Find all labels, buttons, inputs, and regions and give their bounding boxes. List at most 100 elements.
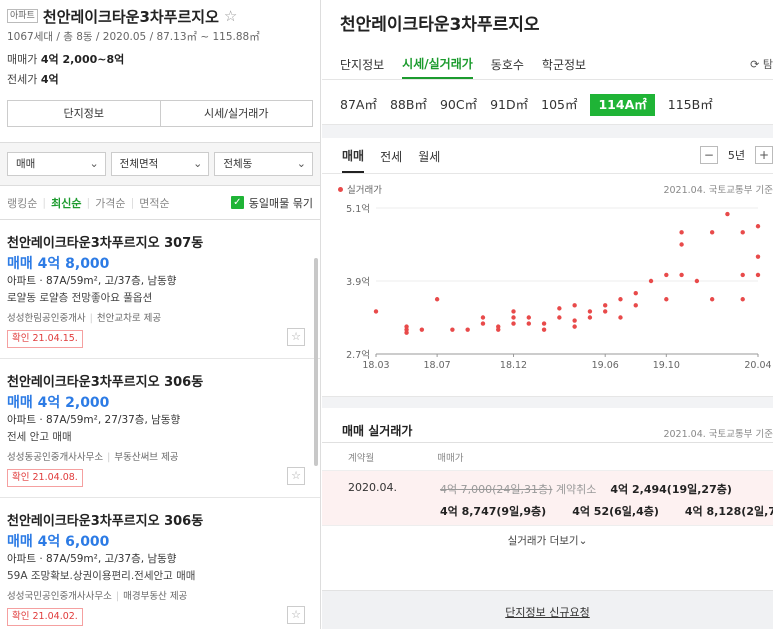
tab-units[interactable]: 동호수: [491, 56, 524, 79]
tab-price[interactable]: 시세/실거래가: [402, 55, 473, 79]
data-point: [511, 309, 516, 314]
separator: |: [107, 452, 111, 463]
tab-jeonse[interactable]: 전세: [380, 148, 402, 173]
area-option[interactable]: 115B㎡: [668, 94, 713, 116]
sort-separator: |: [42, 196, 47, 209]
chevron-down-icon: ⌄: [193, 157, 203, 170]
x-tick-label: 19.06: [592, 360, 619, 371]
list-item[interactable]: 천안레이크타운3차푸르지오 306동 매매 4억 2,000 아파트 · 87A…: [0, 359, 320, 498]
data-point: [740, 230, 745, 235]
request-complex-info-link[interactable]: 단지정보 신규요청: [505, 606, 589, 619]
sort-area[interactable]: 면적순: [139, 195, 169, 211]
area-option[interactable]: 91D㎡: [490, 94, 528, 116]
trade-type-value: 매매: [16, 158, 36, 170]
x-tick-label: 18.07: [424, 360, 451, 371]
legend-label: 실거래가: [347, 185, 382, 196]
complex-header: 아파트 천안레이크타운3차푸르지오 ☆ 1067세대 / 총 8동 / 2020…: [0, 0, 320, 86]
left-tab-price[interactable]: 시세/실거래가: [159, 101, 313, 126]
data-point: [664, 272, 669, 278]
same-listing-label: 동일매물 묶기: [248, 196, 313, 210]
same-listing-toggle[interactable]: ✓ 동일매물 묶기: [230, 195, 313, 211]
data-point: [587, 315, 593, 320]
price-chart: 5.1억 3.9억 2.7억 18.03 18.07 18.12 19.06 19.10 20.…: [322, 196, 773, 386]
deal-line-2: 4억 8,747(9일,9층) 4억 52(6일,4층) 4억 8,128(2일…: [440, 503, 773, 519]
tab-school[interactable]: 학군정보: [542, 56, 586, 79]
data-point: [618, 315, 623, 320]
listing-price: 매매 4억 2,000: [7, 395, 110, 411]
sort-separator: |: [130, 196, 135, 209]
area-option-selected[interactable]: 114A㎡: [590, 93, 655, 116]
plus-icon[interactable]: +: [755, 146, 773, 164]
data-point: [755, 254, 761, 259]
trade-type-select[interactable]: 매매 ⌄: [7, 152, 106, 176]
tab-monthly[interactable]: 월세: [418, 148, 440, 173]
provider-name: 매경부동산 제공: [123, 591, 188, 602]
refresh-button[interactable]: ⟳ 탐: [750, 56, 773, 72]
star-icon[interactable]: ☆: [287, 606, 305, 624]
checkbox-checked-icon[interactable]: ✓: [230, 196, 244, 209]
col-contract-month: 계약월: [348, 452, 375, 464]
data-point: [679, 272, 684, 278]
data-point: [709, 230, 715, 235]
area-option[interactable]: 90C㎡: [440, 94, 477, 116]
listing-agent: 성성한림공인중개사 | 천안교차로 제공: [7, 310, 313, 324]
listing-desc: 전세 안고 매매: [7, 431, 72, 443]
listing-spec: 아파트 · 87A/59m², 고/37층, 남동향: [7, 553, 177, 565]
deal-price: 4억 52(6일,4층): [572, 505, 659, 518]
list-item[interactable]: 천안레이크타운3차푸르지오 306동 매매 4억 6,000 아파트 · 87A…: [0, 498, 320, 629]
data-point: [557, 306, 562, 311]
data-point: [511, 315, 516, 320]
data-point: [603, 309, 608, 314]
cancelled-tag: 계약취소: [555, 483, 597, 496]
data-point: [633, 303, 638, 308]
star-icon[interactable]: ☆: [224, 7, 237, 25]
separator: |: [115, 591, 120, 602]
deal-price: 4억 2,494(19일,27층): [610, 483, 732, 496]
list-item[interactable]: 천안레이크타운3차푸르지오 307동 매매 4억 8,000 아파트 · 87A…: [0, 220, 320, 359]
agent-name: 성성국민공인중개사사무소: [7, 591, 112, 602]
sale-price-range: 매매가 4억 2,000~8억: [7, 51, 313, 66]
sort-bar: 랭킹순 | 최신순 | 가격순 | 면적순 ✓ 동일매물 묶기: [0, 185, 320, 219]
filter-bar: 매매 ⌄ 전체면적 ⌄ 전체동 ⌄: [0, 142, 320, 185]
data-point: [694, 278, 700, 284]
agent-name: 성성동공인중개사사무소: [7, 452, 104, 463]
separator: |: [89, 313, 93, 324]
area-option[interactable]: 88B㎡: [390, 94, 427, 116]
deals-header: 매매 실거래가 2021.04. 국토교통부 기준: [322, 408, 773, 442]
area-option[interactable]: 105㎡: [541, 94, 577, 116]
left-tab-complex-info[interactable]: 단지정보: [8, 101, 160, 126]
provider-name: 천안교차로 제공: [96, 313, 162, 324]
data-point: [633, 290, 638, 296]
listing-desc: 로얄동 로얄층 전망좋아요 풀옵션: [7, 292, 153, 304]
star-icon[interactable]: ☆: [287, 328, 305, 346]
period-control: − 5년 +: [699, 146, 773, 164]
deal-price: 4억 8,128(2일,7층): [684, 505, 773, 518]
star-icon[interactable]: ☆: [287, 467, 305, 485]
data-point: [434, 297, 440, 302]
area-option[interactable]: 87A㎡: [340, 94, 377, 116]
data-point: [603, 303, 608, 308]
list-scrollbar[interactable]: [314, 258, 318, 466]
data-point: [526, 315, 531, 320]
sort-ranking[interactable]: 랭킹순: [7, 195, 37, 211]
data-point: [511, 321, 516, 326]
divider: [322, 396, 773, 408]
cancelled-deal: 4억 7,000(24일,31층) 계약취소: [440, 481, 596, 497]
deal-line-1: 4억 7,000(24일,31층) 계약취소 4억 2,494(19일,27층): [440, 481, 732, 497]
data-point: [404, 324, 409, 329]
sort-price[interactable]: 가격순: [95, 195, 125, 211]
area-select[interactable]: 전체면적 ⌄: [110, 152, 210, 176]
period-label: 5년: [727, 149, 745, 162]
main-tabs: 단지정보 시세/실거래가 동호수 학군정보 ⟳ 탐: [322, 44, 773, 80]
sort-latest[interactable]: 최신순: [51, 195, 81, 211]
data-point: [679, 242, 684, 247]
more-deals-button[interactable]: 실거래가 더보기⌄: [322, 526, 773, 556]
minus-icon[interactable]: −: [699, 146, 718, 164]
agent-name: 성성한림공인중개사: [7, 313, 86, 324]
x-tick-label: 19.10: [653, 360, 680, 371]
tab-sale[interactable]: 매매: [342, 147, 365, 173]
tab-complex-info[interactable]: 단지정보: [340, 56, 384, 79]
left-tabs: 단지정보 시세/실거래가: [7, 100, 313, 127]
deal-date: 2020.04.: [348, 481, 397, 494]
building-select[interactable]: 전체동 ⌄: [214, 152, 314, 176]
